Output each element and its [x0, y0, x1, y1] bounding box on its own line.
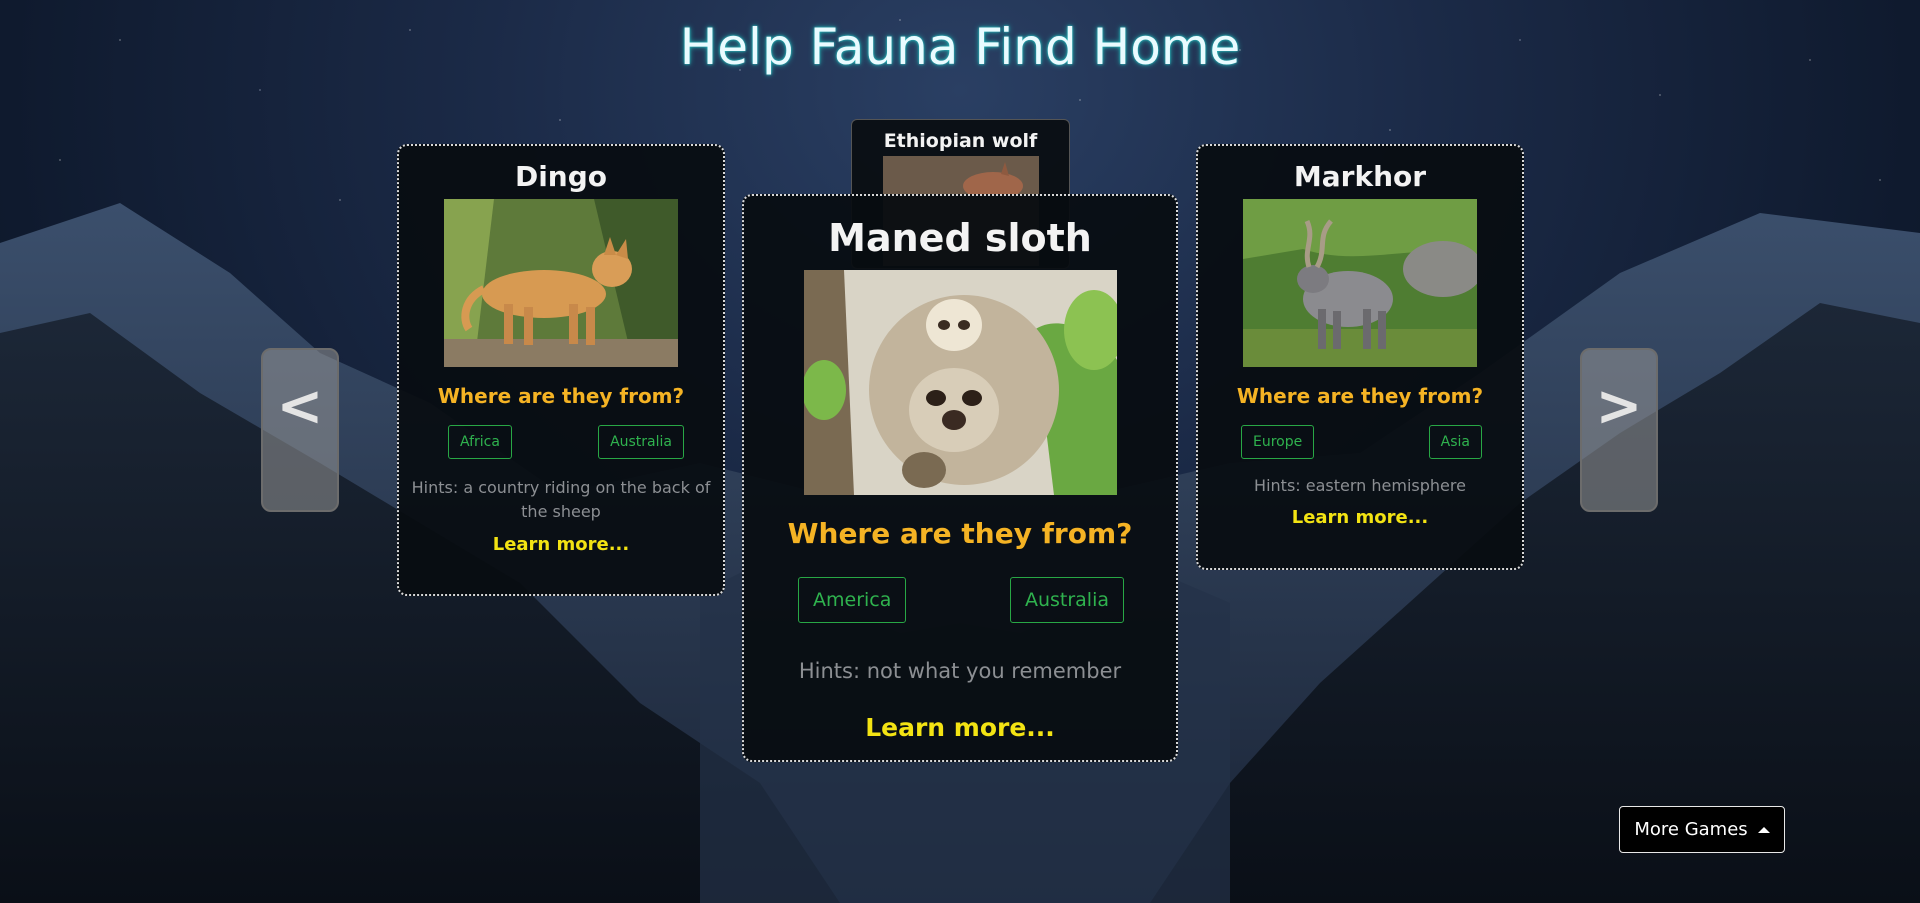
answer-options: America Australia: [798, 577, 1124, 623]
hint-text: Hints: not what you remember: [798, 659, 1122, 683]
animal-card-markhor[interactable]: Markhor Where are they from? Europe Asia…: [1196, 144, 1524, 570]
dingo-photo: [444, 199, 678, 367]
chevron-left-icon: <: [276, 374, 324, 439]
animal-card-dingo[interactable]: Dingo Where are they from? Africa Austra…: [397, 144, 725, 596]
question-text: Where are they from?: [1236, 384, 1484, 408]
animal-name: Dingo: [514, 160, 608, 193]
answer-options: Europe Asia: [1241, 425, 1482, 459]
answer-america-button[interactable]: America: [798, 577, 907, 623]
answer-options: Africa Australia: [448, 425, 684, 459]
hint-text: Hints: eastern hemisphere: [1254, 476, 1466, 495]
question-text: Where are they from?: [787, 517, 1133, 550]
markhor-photo: [1243, 199, 1477, 367]
hint-text: Hints: a country riding on the back of t…: [411, 478, 711, 521]
animal-name: Maned sloth: [828, 216, 1092, 260]
learn-more-link[interactable]: Learn more...: [1292, 507, 1429, 528]
chevron-right-icon: >: [1595, 374, 1643, 439]
animal-name: Markhor: [1293, 160, 1427, 193]
answer-africa-button[interactable]: Africa: [448, 425, 512, 459]
next-card-button[interactable]: >: [1580, 348, 1658, 512]
animal-card-maned-sloth[interactable]: Maned sloth Where are they from? America…: [742, 194, 1178, 762]
answer-australia-button[interactable]: Australia: [598, 425, 684, 459]
page-title: Help Fauna Find Home: [679, 18, 1241, 76]
previous-card-button[interactable]: <: [261, 348, 339, 512]
animal-name: Ethiopian wolf: [883, 130, 1038, 152]
sloth-photo: [803, 270, 1117, 495]
answer-asia-button[interactable]: Asia: [1428, 425, 1482, 459]
learn-more-link[interactable]: Learn more...: [493, 534, 630, 555]
learn-more-link[interactable]: Learn more...: [865, 713, 1055, 742]
more-games-label: More Games: [1634, 819, 1748, 840]
caret-up-icon: [1757, 826, 1770, 833]
question-text: Where are they from?: [437, 384, 685, 408]
answer-australia-button[interactable]: Australia: [1009, 577, 1124, 623]
more-games-dropdown-button[interactable]: More Games: [1619, 806, 1785, 853]
answer-europe-button[interactable]: Europe: [1241, 425, 1315, 459]
